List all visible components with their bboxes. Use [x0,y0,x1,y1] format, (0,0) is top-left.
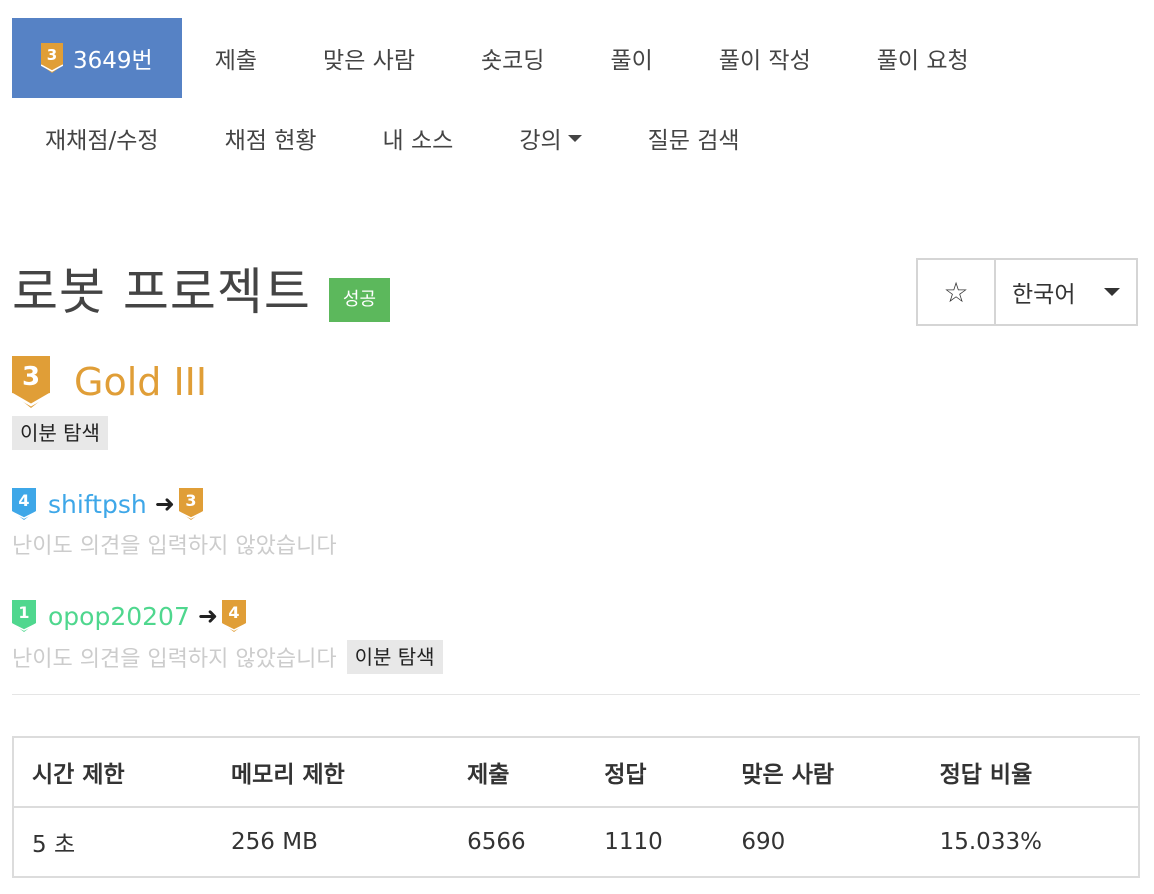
nav-row-2: 재채점/수정 채점 현황 내 소스 강의 질문 검색 [12,98,1140,178]
opinion-text-line: 난이도 의견을 입력하지 않았습니다 이분 탐색 [12,640,443,674]
platinum-tier-icon: 4 [12,488,36,520]
language-select[interactable]: 한국어 [994,258,1138,326]
cell-submissions: 6566 [467,829,526,855]
gold-tier-icon: 3 [41,43,63,73]
nav-submit[interactable]: 제출 [182,18,290,98]
header-time-limit: 시간 제한 [13,737,214,808]
difficulty-opinion: 4 shiftpsh ➜ 3 난이도 의견을 입력하지 않았습니다 [12,488,337,560]
problem-nav: 3 3649번 제출 맞은 사람 숏코딩 풀이 풀이 작성 풀이 요청 재채점/… [12,18,1140,178]
opinion-text: 난이도 의견을 입력하지 않았습니다 [12,534,337,559]
nav-lecture-label: 강의 [519,128,562,154]
table-row: 5 초 256 MB 6566 1110 690 15.033% [13,807,1139,877]
caret-down-icon [567,134,582,142]
problem-toolbar: ☆ 한국어 [916,258,1138,326]
gold-tier-icon: 3 [12,356,50,408]
svg-text:1: 1 [18,603,29,622]
language-select-value: 한국어 [1012,282,1076,308]
nav-problem-number[interactable]: 3 3649번 [12,18,182,98]
header-solved-users: 맞은 사람 [723,737,922,808]
algorithm-tag[interactable]: 이분 탐색 [12,416,108,450]
svg-text:3: 3 [22,362,40,392]
nav-solutions[interactable]: 풀이 [577,18,685,98]
nav-my-source[interactable]: 내 소스 [350,98,487,178]
nav-request-solution[interactable]: 풀이 요청 [844,18,1002,98]
opinion-username[interactable]: opop20207 [48,602,190,631]
svg-text:4: 4 [18,491,29,510]
svg-text:4: 4 [228,603,239,622]
opinion-user-line: 1 opop20207 ➜ 4 [12,600,443,632]
nav-problem-number-label: 3649번 [73,48,153,74]
nav-short-coding[interactable]: 숏코딩 [448,18,577,98]
problem-header: 로봇 프로젝트 성공 [12,262,391,322]
divider [12,694,1140,695]
opinion-user-line: 4 shiftpsh ➜ 3 [12,488,337,520]
nav-row-1: 3 3649번 제출 맞은 사람 숏코딩 풀이 풀이 작성 풀이 요청 [12,18,1140,98]
tier-name: Gold III [74,360,208,404]
header-accept-ratio: 정답 비율 [921,737,1139,808]
algorithm-tag[interactable]: 이분 탐색 [346,640,443,674]
cell-time-limit: 5 초 [32,832,76,858]
problem-tier: 3 Gold III [12,356,207,408]
arrow-right-icon: ➜ [197,602,218,630]
gold-tier-icon: 4 [221,600,246,632]
opinion-text-line: 난이도 의견을 입력하지 않았습니다 [12,528,337,560]
caret-down-icon [1104,288,1120,296]
nav-lecture-dropdown[interactable]: 강의 [486,98,614,178]
header-memory-limit: 메모리 제한 [213,737,450,808]
nav-question-search[interactable]: 질문 검색 [615,98,773,178]
opinion-text: 난이도 의견을 입력하지 않았습니다 [12,647,337,672]
difficulty-opinion: 1 opop20207 ➜ 4 난이도 의견을 입력하지 않았습니다 이분 탐색 [12,600,443,674]
nav-write-solution[interactable]: 풀이 작성 [686,18,844,98]
header-submissions: 제출 [449,737,587,808]
table-header-row: 시간 제한 메모리 제한 제출 정답 맞은 사람 정답 비율 [13,737,1139,808]
star-icon: ☆ [943,275,969,309]
problem-title: 로봇 프로젝트 [12,263,311,321]
cell-solved-users: 690 [741,829,786,855]
nav-status[interactable]: 채점 현황 [192,98,350,178]
cell-accepted: 1110 [604,829,663,855]
svg-text:3: 3 [185,491,196,510]
gold-tier-icon: 3 [178,488,203,520]
nav-rejudge[interactable]: 재채점/수정 [12,98,192,178]
ruby-tier-icon: 1 [12,600,36,632]
problem-info-table: 시간 제한 메모리 제한 제출 정답 맞은 사람 정답 비율 5 초 256 M… [12,736,1140,878]
nav-solved-users[interactable]: 맞은 사람 [290,18,448,98]
cell-memory-limit: 256 MB [231,829,318,855]
header-accepted: 정답 [586,737,724,808]
favorite-button[interactable]: ☆ [916,258,996,326]
cell-accept-ratio: 15.033% [939,829,1042,855]
arrow-right-icon: ➜ [154,490,175,518]
status-badge: 성공 [328,278,391,322]
opinion-username[interactable]: shiftpsh [48,490,147,519]
svg-text:3: 3 [47,46,57,64]
